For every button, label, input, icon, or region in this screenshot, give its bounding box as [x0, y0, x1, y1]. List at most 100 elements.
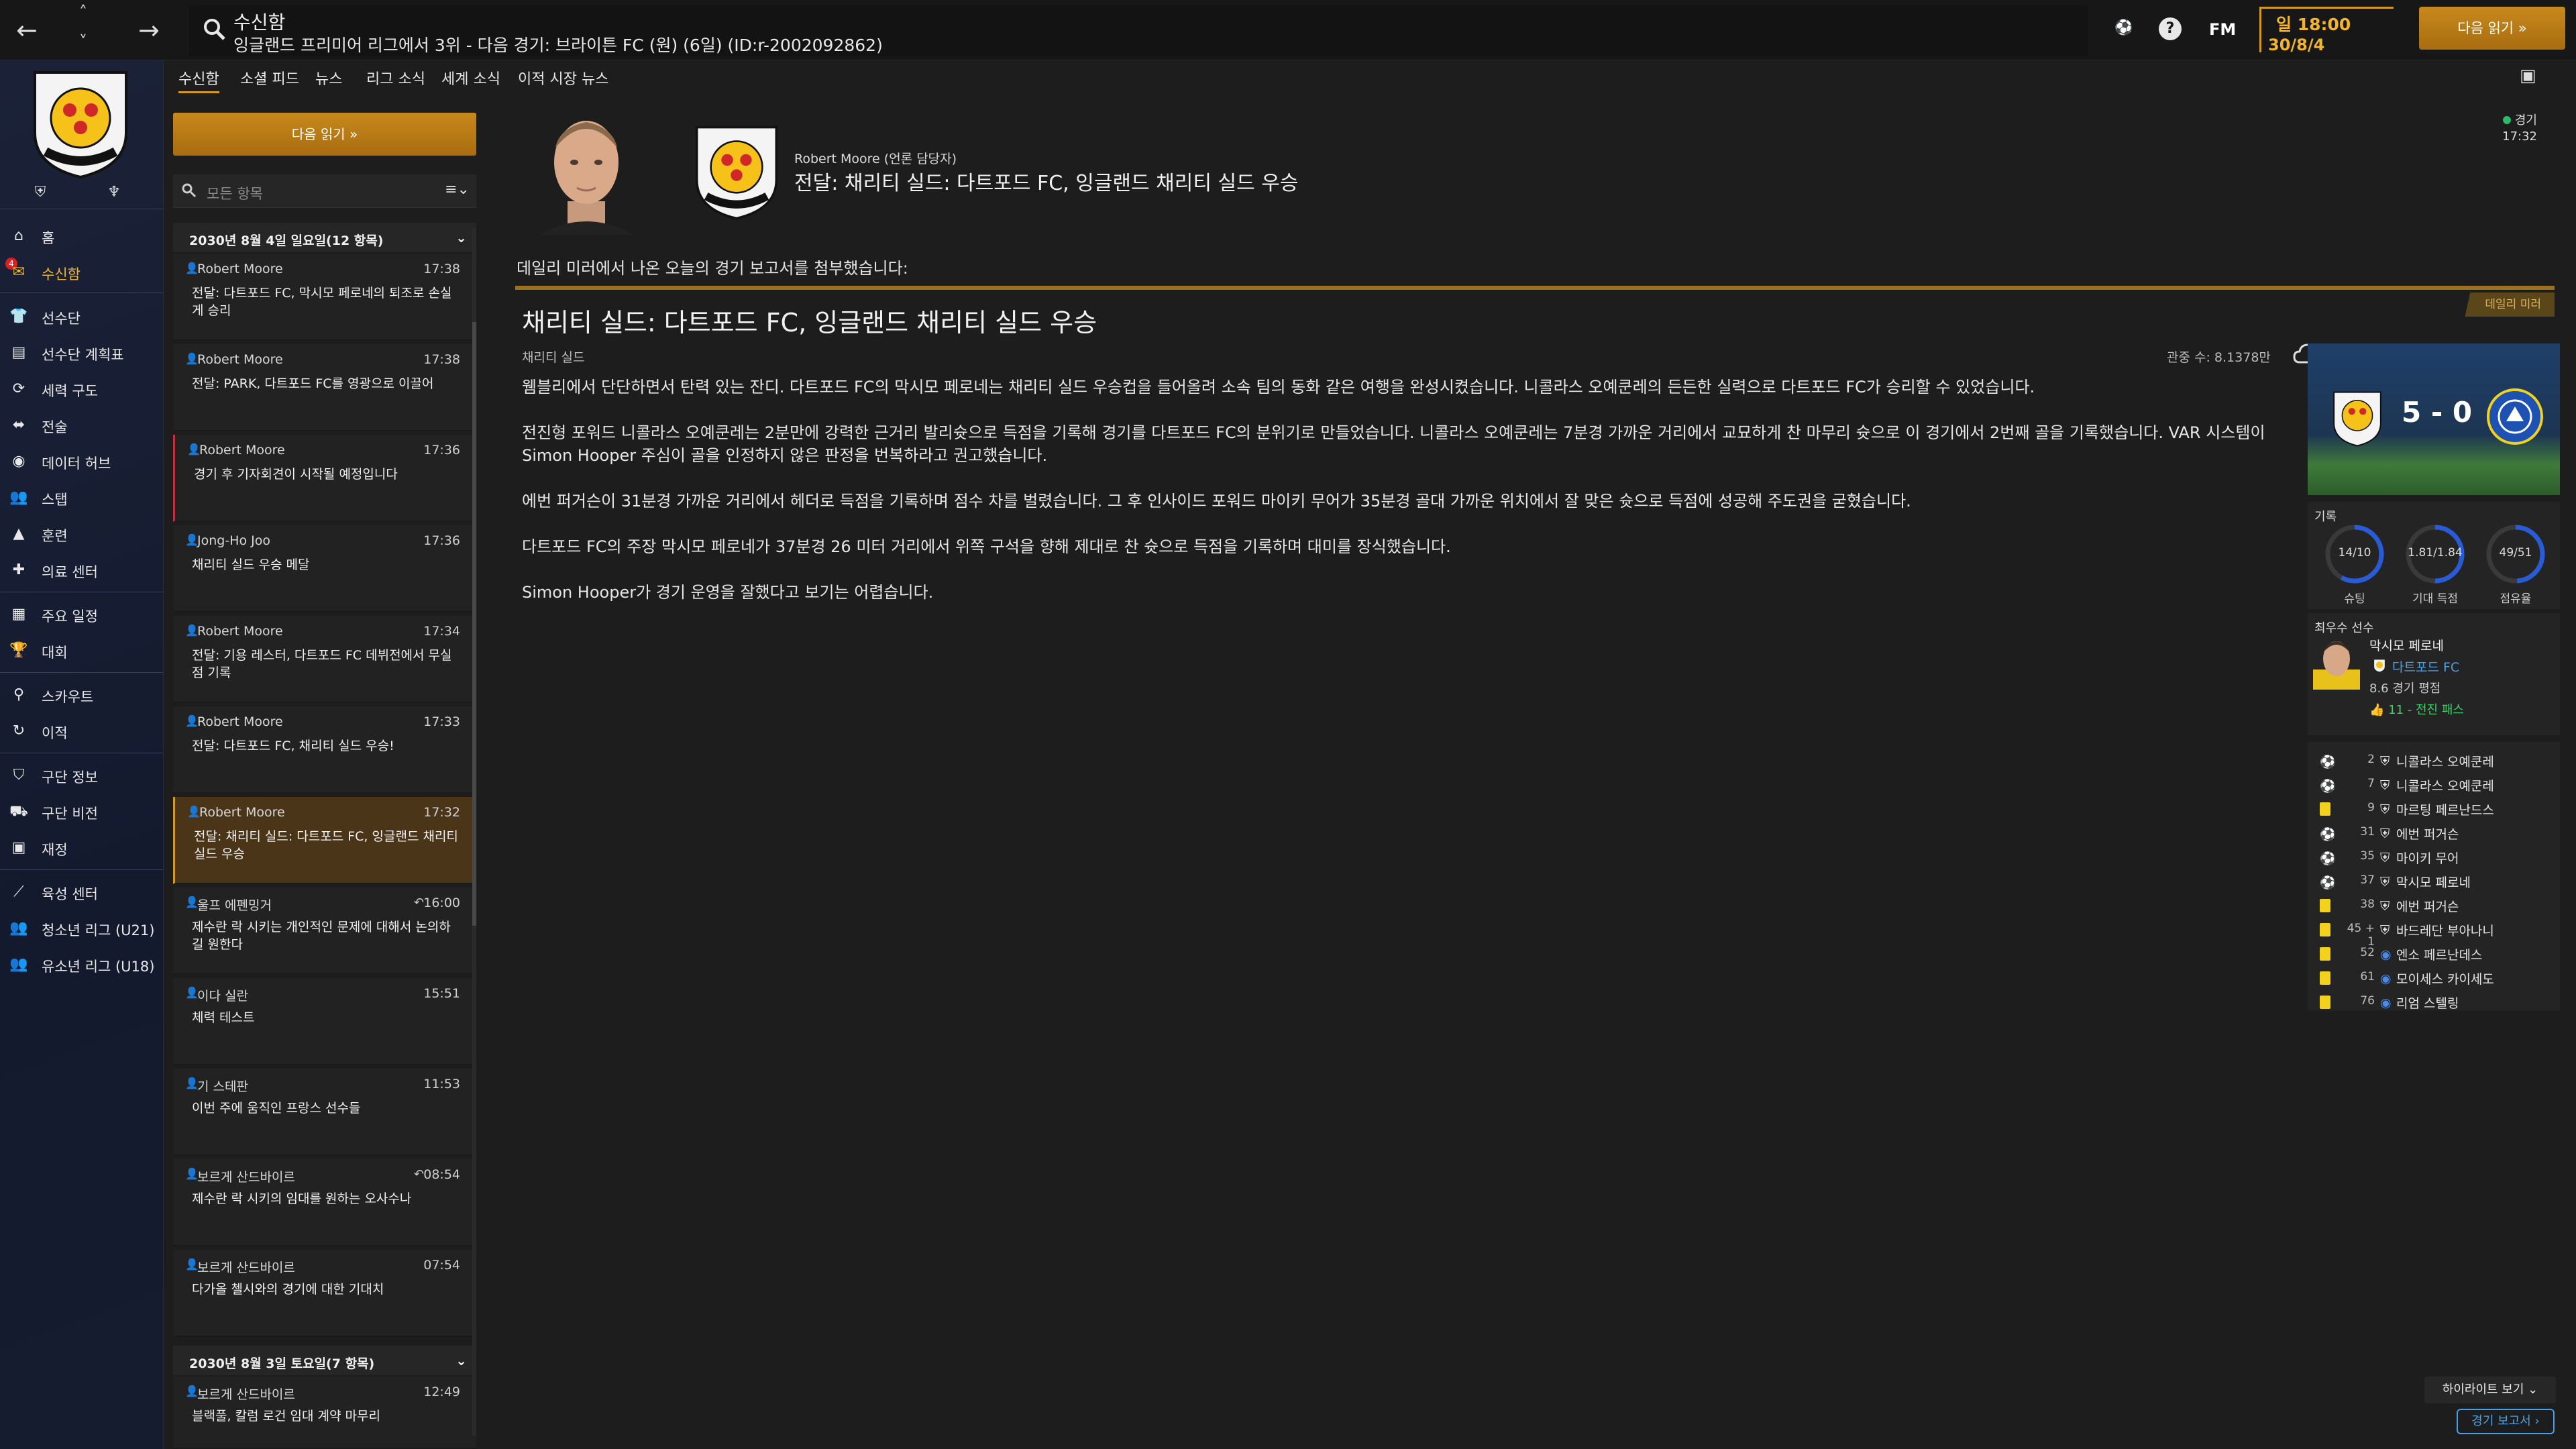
sidebar-item-transfers[interactable]: ↻ 이적 — [0, 714, 163, 747]
sidebar-item-club-vision[interactable]: ⛟ 구단 비전 — [0, 794, 163, 828]
filter-menu-icon[interactable]: ≡⌄ — [445, 181, 470, 198]
event-row[interactable]: 61 ◉ 모이세스 카이세도 — [2308, 966, 2560, 990]
list-item[interactable]: 👤 Jong-Ho Joo 17:36 채리티 실드 우승 메달 — [173, 525, 476, 612]
medical-icon: ✚ — [12, 561, 25, 578]
event-row[interactable]: ⚽ 35 ⛨ 마이키 무어 — [2308, 845, 2560, 869]
home-icon: ⌂ — [14, 227, 23, 244]
help-icon[interactable]: ? — [2159, 17, 2182, 40]
match-events: ⚽ 2 ⛨ 니콜라스 오예쿤레 ⚽ 7 ⛨ 니콜라스 오예쿤레 9 ⛨ 마르팅 페르난드스 ⚽ 3… — [2308, 742, 2560, 1011]
list-item[interactable]: 👤 Robert Moore 17:33 전달: 다트포드 FC, 채리티 실드 우승… — [173, 706, 476, 794]
sidebar-item-dynamics[interactable]: ⟳ 세력 구도 — [0, 372, 163, 405]
tab-transfer-news[interactable]: 이적 시장 뉴스 — [518, 67, 608, 89]
list-item[interactable]: 👤 Robert Moore 17:38 전달: 다트포드 FC, 막시모 페로네의 … — [173, 254, 476, 341]
sidebar-item-development[interactable]: ⟋ 육성 센터 — [0, 875, 163, 908]
staff-icon: 👥 — [9, 489, 28, 506]
page-title: 수신함 — [233, 11, 286, 34]
transfers-icon: ↻ — [12, 722, 25, 739]
list-item[interactable]: 👤 Robert Moore 17:36 경기 후 기자회견이 시작될 예정입니다 — [173, 435, 476, 522]
event-row[interactable]: 52 ◉ 엔소 페르난데스 — [2308, 942, 2560, 966]
history-up-icon[interactable]: ˄ — [79, 4, 87, 20]
event-row[interactable]: 45 + 1 ⛨ 바드레단 부아나니 — [2308, 918, 2560, 949]
sidebar-item-competitions[interactable]: 🏆 대회 — [0, 633, 163, 667]
home-crest-icon: ⛨ — [2380, 923, 2390, 938]
date-group-header[interactable]: 2030년 8월 4일 일요일(12 항목) ⌄ — [173, 223, 476, 252]
fm-menu-button[interactable]: FM — [2209, 20, 2236, 39]
event-row[interactable]: ⚽ 37 ⛨ 막시모 페로네 — [2308, 869, 2560, 894]
date-display[interactable]: 일 18:00 30/8/4 — [2259, 7, 2394, 54]
list-item[interactable]: 👤 보르게 산드바이르 ↶ 08:54 제수란 락 시키의 임대를 원하는 오사수나 — [173, 1159, 476, 1246]
event-row[interactable]: ⚽ 31 ⛨ 에번 퍼거슨 — [2308, 821, 2560, 845]
event-row[interactable]: 9 ⛨ 마르팅 페르난드스 — [2308, 797, 2560, 821]
club-tab-icon[interactable]: ⛨ — [27, 184, 54, 207]
list-item[interactable]: 👤 울프 에펜밍거 ↶ 16:00 제수란 락 시키는 개인적인 문제에 대해서 논의하… — [173, 888, 476, 975]
inbox-list: 다음 읽기 » 모든 항목 ≡⌄ 2030년 8월 4일 일요일(12 항목) ⌄… — [169, 94, 484, 1449]
search-bar[interactable]: 수신함 잉글랜드 프리미어 리그에서 3위 - 다음 경기: 브라이튼 FC (… — [189, 5, 2088, 56]
sidebar-item-medical[interactable]: ✚ 의료 센터 — [0, 553, 163, 586]
event-row[interactable]: 76 ◉ 리엄 스텔링 — [2308, 990, 2560, 1014]
u21-icon: 👥 — [9, 920, 28, 936]
home-crest-icon: ⛨ — [2380, 802, 2390, 817]
back-arrow-icon[interactable]: ← — [16, 17, 38, 43]
sidebar-item-u18[interactable]: 👥 유소년 리그 (U18) — [0, 947, 163, 981]
person-icon: 👤 — [187, 443, 201, 455]
sender-avatar[interactable] — [539, 107, 633, 235]
club-crest-icon — [695, 125, 778, 220]
list-item[interactable]: 👤 Robert Moore 17:34 전달: 기용 레스터, 다트포드 FC 데뷔… — [173, 616, 476, 703]
finances-icon: ▣ — [11, 839, 26, 856]
scrollbar-thumb[interactable] — [472, 322, 476, 926]
sidebar-item-squad[interactable]: 👕 선수단 — [0, 299, 163, 333]
inbox-filter[interactable]: 모든 항목 ≡⌄ — [173, 174, 476, 208]
player-of-match[interactable]: 최우수 선수 막시모 페로네 다트포드 FC 8.6 경기 평점 👍 11 - … — [2308, 613, 2560, 735]
event-row[interactable]: ⚽ 7 ⛨ 니콜라스 오예쿤레 — [2308, 773, 2560, 797]
history-down-icon[interactable]: ˅ — [79, 34, 87, 50]
message-sender[interactable]: Robert Moore (언론 담당자) — [794, 149, 957, 167]
tab-league-news[interactable]: 리그 소식 — [366, 67, 425, 89]
continue-button[interactable]: 다음 읽기 » — [2419, 7, 2565, 50]
event-row[interactable]: ⚽ 2 ⛨ 니콜라스 오예쿤레 — [2308, 749, 2560, 773]
home-crest-icon: ⛨ — [2380, 754, 2390, 769]
list-item[interactable]: 👤 이다 실란 15:51 체력 테스트 — [173, 978, 476, 1065]
tab-world-news[interactable]: 세계 소식 — [441, 67, 500, 89]
club-crest-icon[interactable] — [28, 66, 133, 180]
list-item[interactable]: 👤 보르게 산드바이르 07:54 다가올 첼시와의 경기에 대한 기대치 — [173, 1250, 476, 1337]
tab-news[interactable]: 뉴스 — [315, 67, 342, 89]
list-item[interactable]: 👤 기 스테판 11:53 이번 주에 움직인 프랑스 선수들 — [173, 1069, 476, 1156]
best-player-name[interactable]: 막시모 페로네 — [2369, 636, 2444, 654]
list-item[interactable]: 👤 보르게 산드바이르 12:49 블랙풀, 칼럼 로건 임대 계약 마무리 — [173, 1377, 476, 1449]
tab-inbox[interactable]: 수신함 — [178, 67, 219, 93]
manager-tab-icon[interactable]: ♆ — [101, 184, 127, 207]
event-row[interactable]: 38 ⛨ 에번 퍼거슨 — [2308, 894, 2560, 918]
sidebar-item-staff[interactable]: 👥 스탭 — [0, 480, 163, 514]
sidebar-item-squad-planner[interactable]: ▤ 선수단 계획표 — [0, 335, 163, 369]
tab-social-feed[interactable]: 소셜 피드 — [240, 67, 299, 89]
sidebar-item-inbox[interactable]: 4 ✉ 수신함 — [0, 255, 163, 288]
schedule-icon: ▦ — [11, 606, 26, 623]
list-item-selected[interactable]: 👤 Robert Moore 17:32 전달: 채리티 실드: 다트포드 FC, 잉… — [173, 797, 476, 884]
home-crest-icon: ⛨ — [2380, 875, 2390, 890]
sidebar-item-club-info[interactable]: ⛉ 구단 정보 — [0, 758, 163, 792]
match-report: 데일리 미러 채리티 실드: 다트포드 FC, 잉글랜드 채리티 실드 우승 채… — [515, 286, 2560, 1198]
trophy-icon: 🏆 — [9, 642, 28, 659]
sidebar-item-schedule[interactable]: ▦ 주요 일정 — [0, 597, 163, 631]
person-icon: 👤 — [187, 805, 201, 818]
view-highlights-button[interactable]: 하이라이트 보기 ⌄ — [2424, 1377, 2556, 1403]
report-paragraph: 다트포드 FC의 주장 막시모 페로네가 37분경 26 미터 거리에서 위쪽 … — [522, 537, 1451, 556]
club-menu-icon[interactable]: ⚽ — [2110, 15, 2137, 42]
sidebar-item-data-hub[interactable]: ◉ 데이터 허브 — [0, 444, 163, 478]
attendance: 관중 수: 8.1378만 — [2167, 350, 2271, 365]
forward-arrow-icon[interactable]: → — [138, 17, 160, 43]
date-group-header[interactable]: 2030년 8월 3일 토요일(7 항목) ⌄ — [173, 1346, 476, 1375]
layout-toggle-icon[interactable]: ▣ — [2520, 66, 2536, 86]
sidebar-item-training[interactable]: ▲ 훈련 — [0, 517, 163, 550]
inbox-scrollbar[interactable] — [472, 228, 476, 1436]
list-item[interactable]: 👤 Robert Moore 17:38 전달: PARK, 다트포드 FC를 영광으… — [173, 344, 476, 431]
score-card[interactable]: 5 - 0 — [2308, 343, 2560, 495]
match-report-button[interactable]: 경기 보고서 › — [2457, 1409, 2555, 1434]
best-player-club[interactable]: 다트포드 FC — [2392, 657, 2459, 676]
sidebar-item-home[interactable]: ⌂ 홈 — [0, 219, 163, 252]
continue-reading-button[interactable]: 다음 읽기 » — [173, 113, 476, 156]
sidebar-item-tactics[interactable]: ⬌ 전술 — [0, 408, 163, 441]
sidebar-item-scouting[interactable]: ⚲ 스카우트 — [0, 678, 163, 711]
sidebar-item-u21[interactable]: 👥 청소년 리그 (U21) — [0, 911, 163, 945]
sidebar-item-finances[interactable]: ▣ 재정 — [0, 830, 163, 864]
